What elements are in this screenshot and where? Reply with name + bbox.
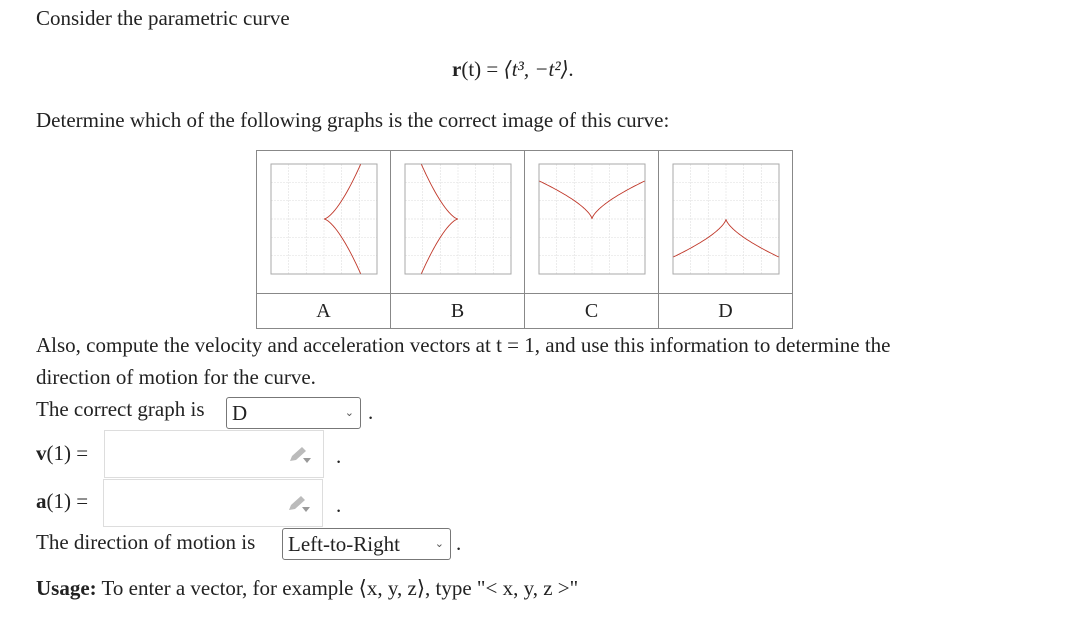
graph-cell-a	[256, 150, 391, 294]
graph-a	[270, 163, 377, 275]
graph-select[interactable]: D ⌄	[226, 397, 361, 429]
graph-prompt: The correct graph is	[36, 397, 205, 421]
question-text: Determine which of the following graphs …	[36, 108, 670, 132]
graph-options-table: A B C D	[256, 150, 793, 329]
v-symbol: v	[36, 441, 47, 465]
graph-label-d: D	[658, 293, 793, 329]
graph-label-c: C	[524, 293, 659, 329]
graph-cell-d	[658, 150, 793, 294]
usage-text: To enter a vector, for example ⟨x, y, z⟩…	[101, 576, 579, 600]
graph-select-value: D	[232, 401, 248, 425]
graph-label-a: A	[256, 293, 391, 329]
a-symbol: a	[36, 489, 47, 513]
equation-body: ⟨t³, −t²⟩.	[503, 57, 575, 81]
pencil-icon[interactable]	[287, 445, 313, 465]
graph-cell-b	[390, 150, 525, 294]
also-line-2: direction of motion for the curve.	[36, 365, 316, 389]
equation-arg: (t) =	[461, 57, 504, 81]
direction-prompt: The direction of motion is	[36, 530, 256, 554]
a-label: a(1) =	[36, 489, 88, 514]
graph-label-b: B	[390, 293, 525, 329]
chevron-down-icon: ⌄	[344, 407, 354, 419]
pencil-icon[interactable]	[286, 494, 312, 514]
equation-lhs: r	[452, 57, 462, 81]
period: .	[336, 493, 342, 517]
direction-select[interactable]: Left-to-Right ⌄	[282, 528, 451, 560]
a-rest: (1) =	[46, 489, 89, 513]
intro-text: Consider the parametric curve	[36, 6, 290, 30]
graph-cell-c	[524, 150, 659, 294]
v-label: v(1) =	[36, 441, 88, 466]
chevron-down-icon: ⌄	[434, 538, 444, 550]
period: .	[456, 531, 462, 555]
period: .	[336, 444, 342, 468]
acceleration-input[interactable]	[103, 479, 323, 527]
velocity-input[interactable]	[104, 430, 324, 478]
v-rest: (1) =	[46, 441, 89, 465]
direction-select-value: Left-to-Right	[288, 532, 400, 556]
usage-note: Usage: To enter a vector, for example ⟨x…	[36, 576, 578, 601]
equation: r(t) = ⟨t³, −t²⟩.	[452, 57, 574, 82]
graph-d	[672, 163, 779, 275]
also-line-1: Also, compute the velocity and accelerat…	[36, 333, 891, 357]
graph-b	[404, 163, 511, 275]
usage-label: Usage:	[36, 576, 97, 600]
period: .	[368, 400, 374, 424]
graph-c	[538, 163, 645, 275]
